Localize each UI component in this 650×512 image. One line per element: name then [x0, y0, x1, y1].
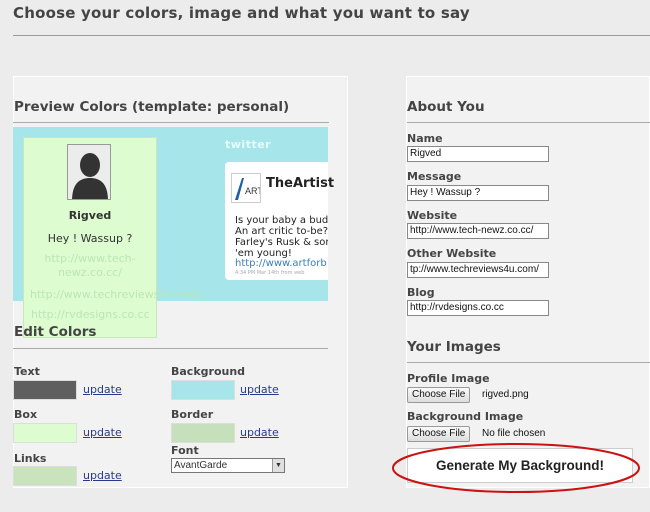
preview-blog: http://rvdesigns.co.cc — [31, 308, 150, 321]
border-color-swatch[interactable] — [171, 423, 235, 443]
preview-website: http://www.tech-newz.co.cc/ — [44, 252, 136, 279]
other-website-label: Other Website — [407, 247, 497, 260]
border-color-label: Border — [171, 408, 214, 421]
tweet-line: Is your baby a bud — [235, 215, 328, 226]
background-color-update-link[interactable]: update — [240, 383, 279, 396]
links-color-swatch[interactable] — [13, 466, 77, 486]
edit-colors-heading: Edit Colors — [14, 324, 97, 340]
message-field[interactable]: Hey ! Wassup ? — [407, 185, 549, 201]
text-color-update-link[interactable]: update — [83, 383, 122, 396]
box-color-label: Box — [14, 408, 38, 421]
background-choose-file-button[interactable]: Choose File — [407, 426, 471, 442]
tweet-account-name: TheArtist — [266, 176, 335, 191]
divider — [407, 122, 650, 123]
profile-choose-file-button[interactable]: Choose File — [407, 387, 471, 403]
font-label: Font — [171, 444, 199, 457]
about-you-heading: About You — [407, 99, 485, 115]
profile-image-label: Profile Image — [407, 372, 490, 385]
blog-label: Blog — [407, 286, 435, 299]
preview-message: Hey ! Wassup ? — [47, 232, 133, 245]
background-file-name: No file chosen — [482, 428, 546, 439]
background-color-swatch[interactable] — [171, 380, 235, 400]
text-color-swatch[interactable] — [13, 380, 77, 400]
website-field[interactable]: http://www.tech-newz.co.cc/ — [407, 223, 549, 239]
tweet-line: Farley's Rusk & som — [235, 237, 328, 248]
divider — [13, 122, 329, 123]
tweet-line: An art critic to-be? — [235, 226, 328, 237]
highlight-ellipse — [392, 443, 640, 493]
preview-other-website: http://www.techreviews4u.com — [30, 288, 201, 301]
page-title: Choose your colors, image and what you w… — [13, 4, 470, 22]
font-select[interactable]: AvantGarde ▼ — [171, 458, 285, 473]
profile-file-name: rigved.png — [482, 389, 529, 400]
divider — [13, 348, 328, 349]
links-color-update-link[interactable]: update — [83, 469, 122, 482]
text-color-label: Text — [14, 365, 40, 378]
border-color-update-link[interactable]: update — [240, 426, 279, 439]
tweet-text: Is your baby a bud An art critic to-be? … — [235, 215, 328, 259]
message-label: Message — [407, 170, 462, 183]
default-avatar-icon — [68, 145, 110, 199]
other-website-field[interactable]: tp://www.techreviews4u.com/ — [407, 262, 549, 278]
art-logo-text: ART — [245, 186, 260, 196]
name-field[interactable]: Rigved — [407, 146, 549, 162]
chevron-down-icon[interactable]: ▼ — [272, 459, 284, 472]
blog-field[interactable]: http://rvdesigns.co.cc — [407, 300, 549, 316]
background-color-label: Background — [171, 365, 246, 378]
box-color-swatch[interactable] — [13, 423, 77, 443]
tweet-link: http://www.artforb — [235, 258, 327, 269]
background-image-label: Background Image — [407, 410, 524, 423]
preview-heading: Preview Colors (template: personal) — [14, 99, 290, 115]
divider — [13, 35, 650, 36]
font-select-value: AvantGarde — [174, 460, 228, 471]
your-images-heading: Your Images — [407, 339, 501, 355]
art-logo: ART — [231, 173, 263, 203]
avatar — [67, 144, 111, 200]
box-color-update-link[interactable]: update — [83, 426, 122, 439]
preview-name: Rigved — [68, 209, 112, 222]
links-color-label: Links — [14, 452, 47, 465]
twitter-logo: twitter — [225, 138, 272, 151]
name-label: Name — [407, 132, 443, 145]
divider — [407, 362, 650, 363]
tweet-meta: 4:34 PM Mar 14th from web — [235, 270, 305, 276]
website-label: Website — [407, 209, 458, 222]
